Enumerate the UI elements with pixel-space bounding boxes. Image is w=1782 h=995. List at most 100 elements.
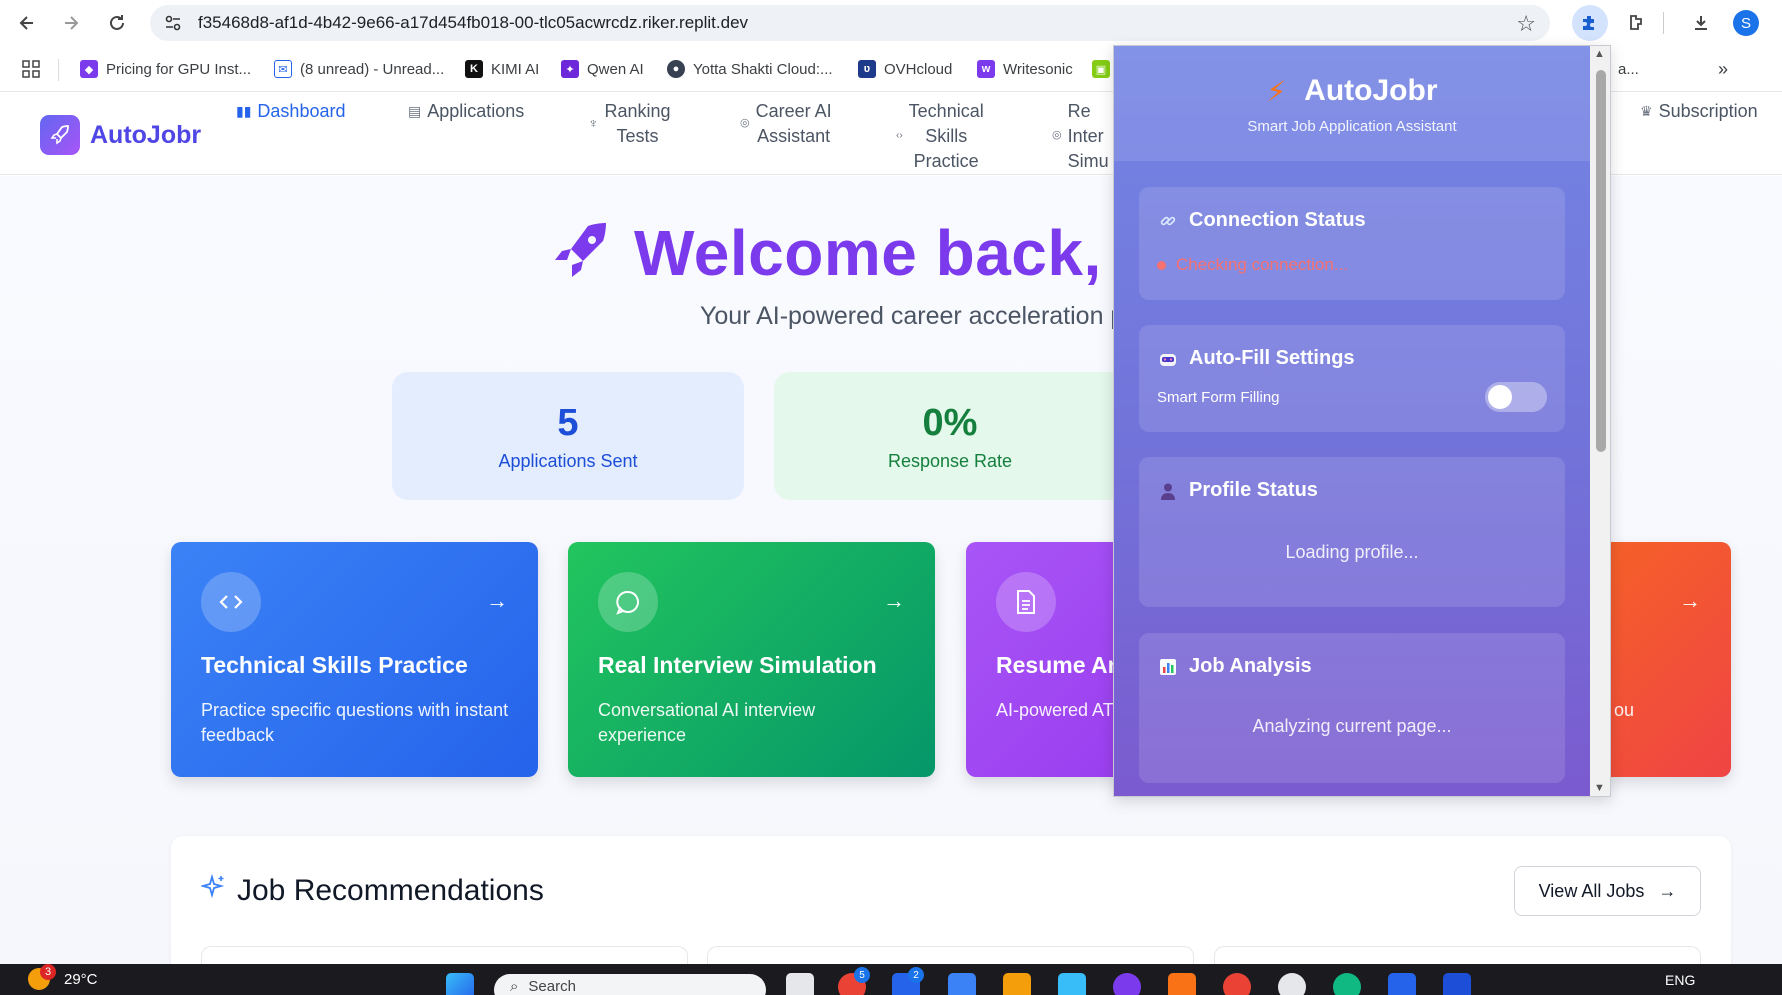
scrollbar-thumb[interactable]	[1596, 70, 1606, 452]
nav-applications[interactable]: ▤ Applications	[408, 99, 524, 124]
bar-chart-icon	[1157, 656, 1179, 678]
mail-app-icon[interactable]: 2	[892, 967, 924, 995]
feature-title: Real Interview Simulation	[598, 652, 877, 678]
nav-label: Ranking Tests	[604, 101, 671, 146]
weather-widget[interactable]: 3 29°C	[28, 964, 98, 990]
nav-interview-sim[interactable]: ◎ Re Inter Simu	[1052, 99, 1116, 174]
view-all-label: View All Jobs	[1538, 880, 1645, 901]
connection-status: Checking connection...	[1157, 255, 1348, 275]
search-placeholder: Search	[528, 978, 576, 995]
stat-label: Response Rate	[887, 451, 1013, 471]
brave-icon[interactable]	[1168, 973, 1196, 995]
writesonic-icon: w	[977, 60, 995, 78]
chatgpt-icon[interactable]	[1278, 973, 1306, 995]
popup-body: ⚡ AutoJobr Smart Job Application Assista…	[1114, 46, 1590, 796]
nav-subscription[interactable]: ♛ Subscription	[1640, 99, 1758, 124]
stat-label: Applications Sent	[498, 451, 638, 471]
profile-loading-text: Loading profile...	[1285, 542, 1419, 562]
nav-technical-skills[interactable]: ‹› Technical Skills Practice	[896, 99, 984, 174]
chrome-icon[interactable]: 5	[838, 967, 870, 995]
nav-career-ai[interactable]: ◎ Career AI Assistant	[740, 99, 832, 149]
bookmark-item[interactable]: ● Yotta Shakti Cloud:...	[667, 58, 833, 80]
job-card[interactable]	[1214, 946, 1701, 964]
reload-icon[interactable]	[105, 11, 129, 35]
feature-title: Technical Skills Practice	[201, 652, 468, 678]
job-analysis-card: Job Analysis Analyzing current page...	[1139, 633, 1565, 783]
job-analysis-text: Analyzing current page...	[1252, 716, 1452, 736]
back-icon[interactable]	[15, 11, 39, 35]
task-view-icon[interactable]	[786, 973, 814, 995]
welcome-heading: Welcome back, s	[550, 216, 1156, 290]
address-bar[interactable]: f35468d8-af1d-4b42-9e66-a17d454fb018-00-…	[150, 5, 1550, 41]
bookmark-item[interactable]: K KIMI AI	[465, 58, 539, 80]
word-icon[interactable]	[1443, 973, 1471, 995]
scroll-up-arrow-icon[interactable]: ▲	[1594, 48, 1605, 60]
vscode-icon[interactable]	[1388, 973, 1416, 995]
extensions-puzzle-icon[interactable]	[1572, 5, 1608, 41]
extension-icon[interactable]	[1622, 10, 1650, 36]
arrow-right-icon: →	[486, 588, 508, 613]
smart-form-filling-label: Smart Form Filling	[1157, 389, 1280, 406]
bookmarks-overflow-chevron-icon[interactable]: »	[1718, 58, 1728, 80]
app-icon[interactable]	[948, 973, 976, 995]
file-explorer-icon[interactable]	[1003, 973, 1031, 995]
popup-brand-text: AutoJobr	[1304, 74, 1438, 107]
bookmark-item[interactable]: ʋ OVHcloud	[858, 58, 952, 80]
card-title: Connection Status	[1189, 209, 1366, 231]
scroll-down-arrow-icon[interactable]: ▼	[1594, 782, 1605, 794]
bookmark-label: Yotta Shakti Cloud:...	[693, 60, 833, 78]
language-indicator[interactable]: ENG	[1665, 972, 1695, 988]
url-text[interactable]: f35468d8-af1d-4b42-9e66-a17d454fb018-00-…	[198, 13, 748, 33]
search-icon: ⌕	[510, 978, 519, 995]
popup-scrollbar[interactable]: ▲ ▼	[1590, 46, 1610, 796]
weather-badge: 3	[40, 964, 56, 980]
job-card[interactable]	[707, 946, 1194, 964]
forward-icon[interactable]	[59, 11, 83, 35]
profile-avatar[interactable]: S	[1733, 10, 1759, 36]
apps-grid-icon[interactable]	[22, 58, 40, 80]
user-icon	[1157, 480, 1179, 502]
download-icon[interactable]	[1688, 10, 1714, 36]
notepad-icon[interactable]	[1058, 973, 1086, 995]
bookmark-item[interactable]: w Writesonic	[977, 58, 1073, 80]
feature-description: Conversational AI interview experience	[598, 700, 816, 745]
arrow-right-icon: →	[1658, 880, 1677, 901]
autofill-settings-card: Auto-Fill Settings Smart Form Filling	[1139, 325, 1565, 432]
bookmark-item[interactable]: ◆ Pricing for GPU Inst...	[80, 58, 251, 80]
feature-title: Resume An	[996, 652, 1122, 678]
job-card[interactable]	[201, 946, 688, 964]
bookmark-icon: ▣	[1092, 60, 1110, 78]
bookmark-overflow-label[interactable]: a...	[1618, 58, 1639, 80]
rocket-icon	[40, 115, 80, 155]
bookmark-item[interactable]: ✉ (8 unread) - Unread...	[274, 58, 444, 80]
nav-dashboard[interactable]: ▮▮ Dashboard	[236, 99, 345, 124]
popup-brand: ⚡ AutoJobr	[1114, 74, 1590, 108]
status-dot	[1157, 260, 1166, 270]
card-heading: Auto-Fill Settings	[1157, 347, 1355, 370]
nav-label: Technical Skills Practice	[908, 101, 984, 171]
windows-start-icon[interactable]	[446, 973, 474, 995]
view-all-jobs-button[interactable]: View All Jobs →	[1514, 866, 1701, 916]
rocket-icon	[550, 220, 612, 287]
nav-label: Applications	[427, 101, 525, 121]
site-settings-icon[interactable]	[162, 12, 184, 34]
smart-form-filling-toggle[interactable]	[1485, 382, 1547, 412]
taskbar-search[interactable]: ⌕ Search	[494, 974, 766, 995]
bookmark-item[interactable]: ✦ Qwen AI	[561, 58, 644, 80]
app-badge: 5	[854, 967, 870, 983]
chat-icon	[598, 572, 658, 632]
brand-name: AutoJobr	[90, 120, 202, 149]
bar-chart-icon: ▮▮	[236, 103, 252, 119]
brain-icon: ◎	[1052, 129, 1062, 141]
feature-card-interview-simulation[interactable]: → Real Interview Simulation Conversation…	[568, 542, 935, 777]
app-logo[interactable]: AutoJobr	[40, 115, 201, 155]
profile-status-card: Profile Status Loading profile...	[1139, 457, 1565, 607]
bookmark-star-icon[interactable]: ☆	[1516, 11, 1536, 37]
sparkles-icon	[199, 873, 227, 908]
app-icon[interactable]	[1113, 973, 1141, 995]
edge-icon[interactable]	[1333, 973, 1361, 995]
card-heading: Job Analysis	[1157, 655, 1312, 678]
chrome-icon[interactable]	[1223, 973, 1251, 995]
nav-ranking-tests[interactable]: ♆ Ranking Tests	[588, 99, 671, 149]
feature-card-technical-skills[interactable]: → Technical Skills Practice Practice spe…	[171, 542, 538, 777]
